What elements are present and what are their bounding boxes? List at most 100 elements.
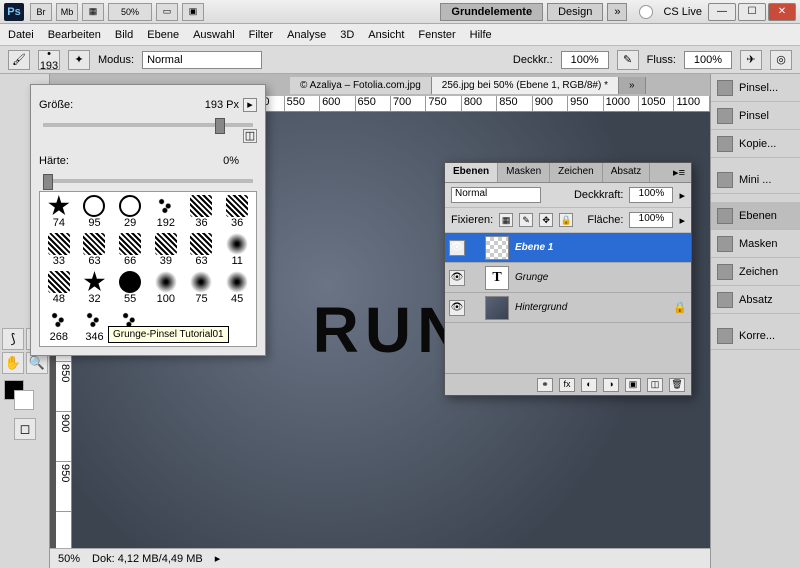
lock-transparency-icon[interactable]: ▦ [499, 213, 513, 227]
panel-shortcut-zeichen[interactable]: Zeichen [711, 258, 800, 286]
workspace-design[interactable]: Design [547, 3, 603, 21]
adjustment-layer-icon[interactable]: ◑ [603, 378, 619, 392]
menu-3d[interactable]: 3D [340, 29, 354, 41]
quickmask-icon[interactable]: ◻ [14, 418, 36, 440]
brush-preset-63[interactable]: 63 [185, 232, 219, 268]
brush-preset-36[interactable]: 36 [185, 194, 219, 230]
opacity-field[interactable]: 100% [561, 51, 609, 69]
cslive-icon[interactable] [639, 5, 653, 19]
document-tabs-overflow[interactable]: » [619, 77, 646, 94]
menu-bild[interactable]: Bild [115, 29, 133, 41]
brush-preset-32[interactable]: 32 [78, 270, 112, 306]
brush-preset-picker[interactable]: •193 [38, 50, 60, 70]
lasso-tool-icon[interactable]: ⟆ [2, 328, 24, 350]
brush-preset-33[interactable]: 33 [42, 232, 76, 268]
menu-ansicht[interactable]: Ansicht [368, 29, 404, 41]
blend-mode-select[interactable]: Normal [142, 51, 262, 69]
brush-preset-11[interactable]: 11 [220, 232, 254, 268]
brush-preset-74[interactable]: 74 [42, 194, 76, 230]
menu-auswahl[interactable]: Auswahl [193, 29, 235, 41]
visibility-toggle-icon[interactable]: 👁 [449, 300, 465, 316]
view-extras-icon[interactable]: ▦ [82, 3, 104, 21]
workspace-more[interactable]: » [607, 3, 627, 21]
layer-blend-mode-select[interactable]: Normal [451, 187, 541, 203]
hand-tool-icon[interactable]: ✋ [2, 352, 24, 374]
panel-shortcut-mini[interactable]: Mini ... [711, 166, 800, 194]
bridge-icon[interactable]: Br [30, 3, 52, 21]
panel-shortcut-pinsel[interactable]: Pinsel [711, 102, 800, 130]
workspace-grundelemente[interactable]: Grundelemente [440, 3, 543, 21]
new-layer-icon[interactable]: ◫ [647, 378, 663, 392]
brush-preset-63[interactable]: 63 [78, 232, 112, 268]
delete-layer-icon[interactable]: 🗑 [669, 378, 685, 392]
brush-preset-55[interactable]: 55 [113, 270, 147, 306]
layer-fill-field[interactable]: 100% [629, 212, 673, 228]
brush-hardness-value[interactable]: 0% [189, 155, 239, 167]
menu-hilfe[interactable]: Hilfe [470, 29, 492, 41]
panel-tab-masken[interactable]: Masken [498, 163, 550, 182]
layer-opacity-field[interactable]: 100% [629, 187, 673, 203]
brush-preset-95[interactable]: 95 [78, 194, 112, 230]
tablet-opacity-icon[interactable]: ✎ [617, 50, 639, 70]
minibridge-icon[interactable]: Mb [56, 3, 78, 21]
panel-tab-ebenen[interactable]: Ebenen [445, 163, 498, 182]
panel-shortcut-masken[interactable]: Masken [711, 230, 800, 258]
panel-shortcut-korre[interactable]: Korre... [711, 322, 800, 350]
panel-shortcut-pinsel[interactable]: Pinsel... [711, 74, 800, 102]
menu-datei[interactable]: Datei [8, 29, 34, 41]
brush-preset-192[interactable]: 192 [149, 194, 183, 230]
brush-preset-75[interactable]: 75 [185, 270, 219, 306]
panel-tab-absatz[interactable]: Absatz [603, 163, 651, 182]
menu-fenster[interactable]: Fenster [418, 29, 455, 41]
menu-filter[interactable]: Filter [249, 29, 273, 41]
menu-ebene[interactable]: Ebene [147, 29, 179, 41]
menu-bearbeiten[interactable]: Bearbeiten [48, 29, 101, 41]
maximize-button[interactable]: ☐ [738, 3, 766, 21]
brush-preset-268[interactable]: 268 [42, 308, 76, 344]
close-button[interactable]: ✕ [768, 3, 796, 21]
arrange-icon[interactable]: ▭ [156, 3, 178, 21]
brush-tool-icon[interactable]: 🖌 [8, 50, 30, 70]
lock-all-icon[interactable]: 🔒 [559, 213, 573, 227]
brush-size-value[interactable]: 193 Px [189, 99, 239, 111]
document-tab-1[interactable]: © Azaliya – Fotolia.com.jpg [290, 77, 432, 94]
cslive-label[interactable]: CS Live [663, 6, 702, 18]
link-layers-icon[interactable]: ⚭ [537, 378, 553, 392]
brush-preset-36[interactable]: 36 [220, 194, 254, 230]
lock-pixels-icon[interactable]: ✎ [519, 213, 533, 227]
minimize-button[interactable]: — [708, 3, 736, 21]
zoom-select[interactable]: 50% [108, 3, 152, 21]
visibility-toggle-icon[interactable]: 👁 [449, 270, 465, 286]
brush-panel-toggle-icon[interactable]: ✦ [68, 50, 90, 70]
brush-preset-45[interactable]: 45 [220, 270, 254, 306]
lock-position-icon[interactable]: ✥ [539, 213, 553, 227]
screen-mode-icon[interactable]: ▣ [182, 3, 204, 21]
status-zoom[interactable]: 50% [58, 553, 80, 565]
brush-preset-48[interactable]: 48 [42, 270, 76, 306]
brush-preset-346[interactable]: 346 [78, 308, 112, 344]
document-tab-2[interactable]: 256.jpg bei 50% (Ebene 1, RGB/8#) * [432, 77, 619, 94]
panel-menu-icon[interactable]: ▸≡ [667, 163, 691, 182]
brush-preset-29[interactable]: 29 [113, 194, 147, 230]
flow-field[interactable]: 100% [684, 51, 732, 69]
layer-group-icon[interactable]: ▣ [625, 378, 641, 392]
layer-item[interactable]: 👁Ebene 1 [445, 233, 691, 263]
panel-shortcut-absatz[interactable]: Absatz [711, 286, 800, 314]
airbrush-icon[interactable]: ✈ [740, 50, 762, 70]
layer-item[interactable]: 👁TGrunge [445, 263, 691, 293]
new-preset-icon[interactable]: ◫ [243, 129, 257, 143]
visibility-toggle-icon[interactable]: 👁 [449, 240, 465, 256]
brush-preset-39[interactable]: 39 [149, 232, 183, 268]
panel-shortcut-ebenen[interactable]: Ebenen [711, 202, 800, 230]
panel-tab-zeichen[interactable]: Zeichen [550, 163, 603, 182]
layer-item[interactable]: 👁Hintergrund🔒 [445, 293, 691, 323]
brush-preset-100[interactable]: 100 [149, 270, 183, 306]
layer-mask-icon[interactable]: ◐ [581, 378, 597, 392]
menu-analyse[interactable]: Analyse [287, 29, 326, 41]
popup-flyout-icon[interactable]: ▸ [243, 98, 257, 112]
panel-shortcut-kopie[interactable]: Kopie... [711, 130, 800, 158]
background-color[interactable] [14, 390, 34, 410]
brush-preset-66[interactable]: 66 [113, 232, 147, 268]
tablet-size-icon[interactable]: ◎ [770, 50, 792, 70]
layer-fx-icon[interactable]: fx [559, 378, 575, 392]
